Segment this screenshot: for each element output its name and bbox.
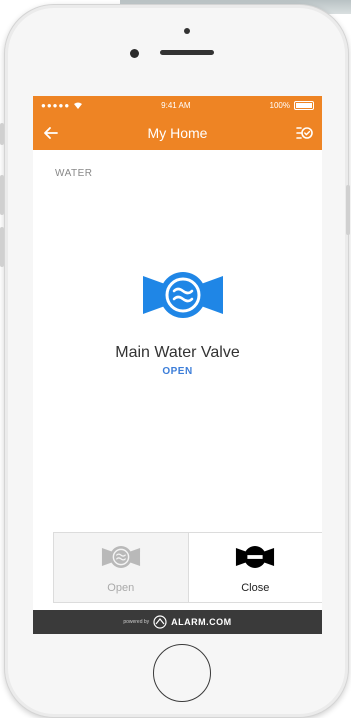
close-button-label: Close <box>241 582 270 594</box>
open-valve-button[interactable]: Open <box>54 533 189 602</box>
valve-open-icon <box>101 546 140 568</box>
power-button <box>346 185 350 235</box>
volume-up-button <box>0 175 4 215</box>
powered-by-footer: powered by ALARM.COM <box>33 610 322 634</box>
battery-icon <box>294 101 314 110</box>
battery-percent: 100% <box>269 101 290 110</box>
device-status: OPEN <box>162 366 193 377</box>
device-name: Main Water Valve <box>115 344 240 361</box>
proximity-sensor <box>184 28 190 34</box>
mute-switch <box>0 123 4 145</box>
water-valve-icon <box>143 272 223 318</box>
powered-by-text: powered by <box>123 619 150 625</box>
signal-strength: ●●●●● <box>41 101 71 110</box>
wifi-icon <box>74 102 83 109</box>
checklist-icon[interactable] <box>294 123 314 143</box>
arrow-left-icon[interactable] <box>41 123 61 143</box>
open-button-label: Open <box>107 582 135 594</box>
valve-controls: Open Close <box>53 532 322 603</box>
alarm-logo-icon <box>153 615 167 629</box>
brand-name: ALARM.COM <box>171 617 232 627</box>
page-title: My Home <box>147 124 208 141</box>
earpiece-speaker <box>160 50 214 55</box>
valve-closed-icon <box>236 546 275 568</box>
close-valve-button[interactable]: Close <box>188 533 322 602</box>
section-label: WATER <box>55 168 93 179</box>
home-button[interactable] <box>153 644 211 702</box>
nav-bar: My Home <box>33 115 322 150</box>
app-screen: ●●●●● 9:41 AM 100% My Home WATER Main Wa <box>33 96 322 634</box>
volume-down-button <box>0 227 4 267</box>
front-camera <box>130 49 139 58</box>
status-bar: ●●●●● 9:41 AM 100% <box>33 96 322 115</box>
status-time: 9:41 AM <box>161 101 191 110</box>
